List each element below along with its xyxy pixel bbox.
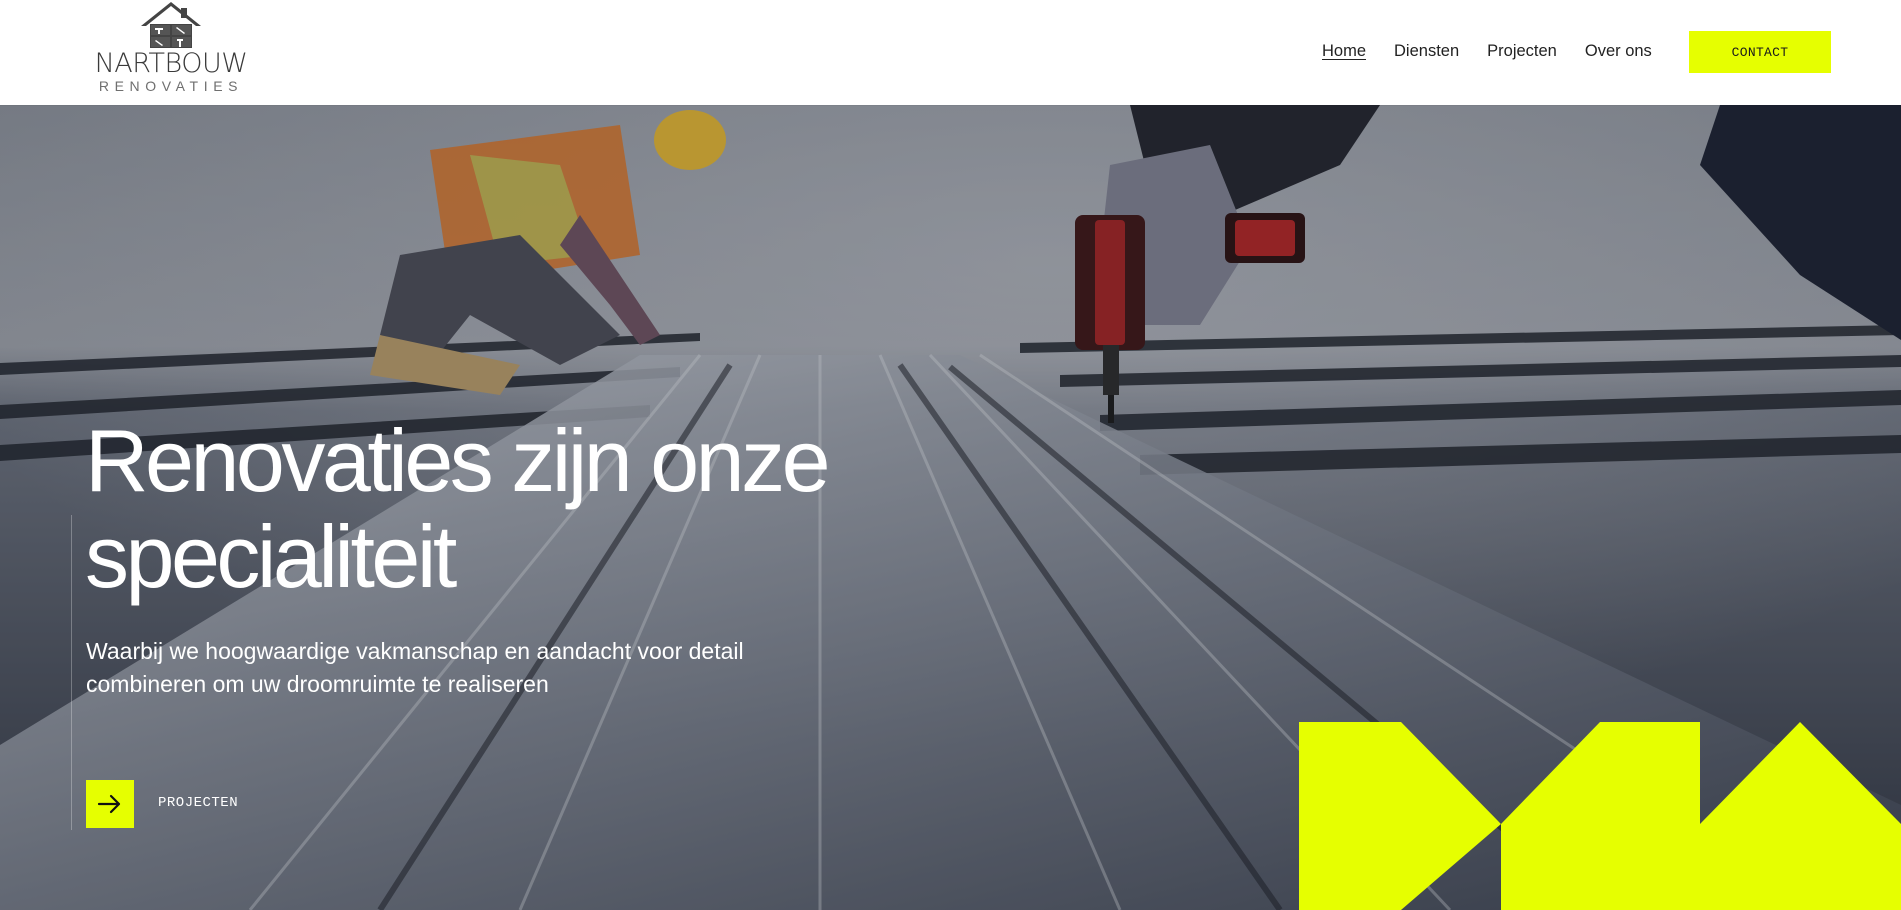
hero-title-line-1: Renovaties zijn onze xyxy=(85,411,831,510)
projecten-cta-label[interactable]: PROJECTEN xyxy=(158,795,238,811)
nav-projecten[interactable]: Projecten xyxy=(1487,42,1557,64)
hero-title: Renovaties zijn onze specialiteit xyxy=(85,413,985,605)
house-tools-icon xyxy=(141,2,201,48)
hero-subtitle-line-2: combineren om uw droomruimte te realiser… xyxy=(86,671,549,697)
nav-over-ons[interactable]: Over ons xyxy=(1585,42,1652,64)
contact-button[interactable]: CONTACT xyxy=(1689,31,1831,73)
site-header: NARTBOUW RENOVATIES Home Diensten Projec… xyxy=(0,0,1901,105)
main-nav: Home Diensten Projecten Over ons xyxy=(1322,42,1680,64)
projecten-cta-button[interactable] xyxy=(86,780,134,828)
nav-home[interactable]: Home xyxy=(1322,42,1366,64)
hero-subtitle-line-1: Waarbij we hoogwaardige vakmanschap en a… xyxy=(86,638,744,664)
decorative-divider xyxy=(71,515,72,830)
hero-section: Renovaties zijn onze specialiteit Waarbi… xyxy=(0,105,1901,910)
brand-name: NARTBOUW xyxy=(94,48,248,79)
brand-tagline: RENOVATIES xyxy=(98,78,244,94)
nav-diensten[interactable]: Diensten xyxy=(1394,42,1459,64)
decorative-shapes xyxy=(1299,722,1901,910)
logo[interactable]: NARTBOUW RENOVATIES xyxy=(68,0,274,100)
hero-title-line-2: specialiteit xyxy=(85,507,457,606)
arrow-right-icon xyxy=(97,794,121,814)
hero-subtitle: Waarbij we hoogwaardige vakmanschap en a… xyxy=(86,635,826,701)
